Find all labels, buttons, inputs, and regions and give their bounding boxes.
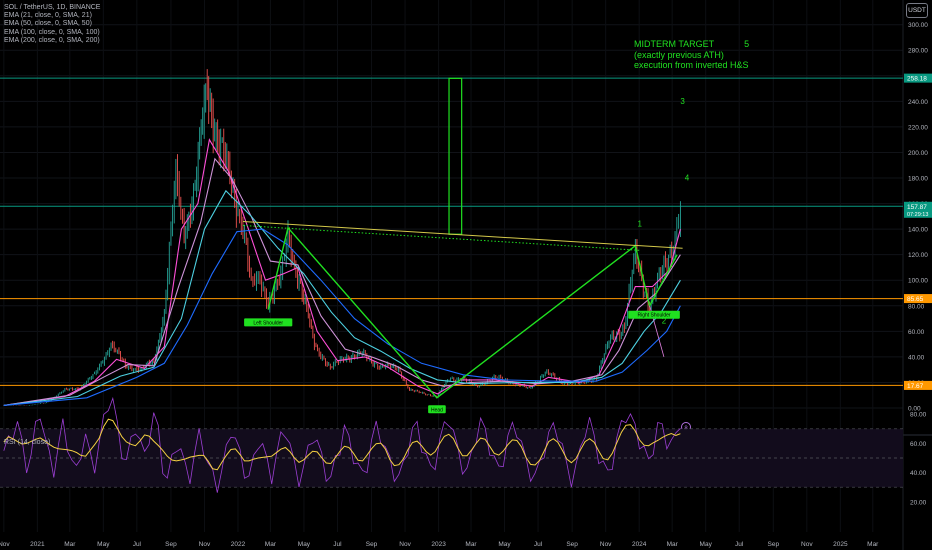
ema-line-ema-21 xyxy=(3,138,681,406)
price-tick-label: 220.00 xyxy=(908,124,928,131)
price-label-current: 157.87 xyxy=(907,204,927,211)
price-tick-label: 300.00 xyxy=(908,22,928,29)
price-tick-label: 100.00 xyxy=(908,278,928,285)
time-tick-label: Nov xyxy=(399,541,411,548)
time-tick-label: 2024 xyxy=(632,541,647,548)
wave-label-4: 4 xyxy=(685,174,690,183)
wave-label-2: 2 xyxy=(662,317,667,326)
time-tick-label: Jul xyxy=(534,541,543,548)
legend: SOL / TetherUS, 1D, BINANCE EMA (21, clo… xyxy=(4,4,100,45)
rsi-tick-label: 20.00 xyxy=(910,499,927,506)
price-label-target: 258.18 xyxy=(907,76,927,83)
price-tick-label: 40.00 xyxy=(908,354,925,361)
time-tick-label: Mar xyxy=(64,541,76,548)
time-tick-label: May xyxy=(498,541,511,548)
time-tick-label: Jul xyxy=(333,541,342,548)
price-series xyxy=(3,69,681,406)
price-label-countdown: 07:29:13 xyxy=(907,212,928,218)
wave-label-1: 1 xyxy=(638,220,643,229)
time-tick-label: Nov xyxy=(199,541,211,548)
time-tick-label: Nov xyxy=(801,541,813,548)
ema-line-ema-50 xyxy=(3,157,681,406)
time-tick-label: May xyxy=(298,541,311,548)
time-tick-label: Nov xyxy=(0,541,10,548)
price-tick-label: 80.00 xyxy=(908,303,925,310)
time-tick-label: 2025 xyxy=(833,541,848,548)
annotation-line-2: (exactly previous ATH) xyxy=(634,49,724,60)
chart-canvas[interactable]: Left ShoulderHeadRight Shoulder12348 300… xyxy=(0,0,932,550)
time-tick-label: Sep xyxy=(768,541,780,548)
legend-ema-200: EMA (200, close, 0, SMA, 200) xyxy=(4,36,100,44)
time-tick-label: 2023 xyxy=(431,541,446,548)
hs-pattern-line xyxy=(267,226,678,399)
rsi-panel xyxy=(0,396,903,493)
legend-ema-21: EMA (21, close, 0, SMA, 21) xyxy=(4,12,92,20)
price-tick-label: 120.00 xyxy=(908,252,928,259)
target-annotation: MIDTERM TARGET 5 (exactly previous ATH) e… xyxy=(634,39,749,71)
price-tick-label: 240.00 xyxy=(908,99,928,106)
time-tick-label: Jul xyxy=(735,541,744,548)
price-label-resistance: 85.65 xyxy=(907,296,924,303)
ema-lines xyxy=(3,138,681,406)
neckline xyxy=(242,220,683,249)
time-tick-label: Sep xyxy=(366,541,378,548)
label-head: Head xyxy=(431,407,443,413)
rsi-legend: RSI (14, close) xyxy=(4,439,51,446)
time-tick-label: 2021 xyxy=(30,541,45,548)
time-tick-label: May xyxy=(97,541,110,548)
time-tick-label: Sep xyxy=(165,541,177,548)
time-tick-label: May xyxy=(700,541,713,548)
annotation-line-1: MIDTERM TARGET 5 xyxy=(634,39,750,49)
horizontal-levels xyxy=(0,77,903,386)
time-tick-label: Mar xyxy=(867,541,879,548)
rsi-tick-label: 40.00 xyxy=(910,470,927,477)
annotation-line-3: execution from inverted H&S xyxy=(634,60,749,70)
price-label-support: 17.67 xyxy=(907,383,924,390)
time-tick-label: Jul xyxy=(133,541,142,548)
legend-ema-50: EMA (50, close, 0, SMA, 50) xyxy=(4,20,92,28)
time-tick-label: 2022 xyxy=(231,541,246,548)
time-tick-label: Mar xyxy=(667,541,679,548)
label-left-shoulder: Left Shoulder xyxy=(253,320,283,326)
price-tick-label: 140.00 xyxy=(908,227,928,234)
wave-label-5: 5 xyxy=(744,39,750,49)
time-tick-label: Sep xyxy=(566,541,578,548)
rsi-tick-label: 80.00 xyxy=(910,412,927,419)
price-tick-label: 200.00 xyxy=(908,150,928,157)
legend-symbol: SOL / TetherUS, 1D, BINANCE xyxy=(4,4,101,11)
time-tick-label: Nov xyxy=(600,541,612,548)
price-tick-label: 180.00 xyxy=(908,176,928,183)
price-tick-label: 60.00 xyxy=(908,329,925,336)
rsi-tick-label: 60.00 xyxy=(910,441,927,448)
ema-line-ema-200 xyxy=(3,228,681,406)
wave-label-3: 3 xyxy=(680,97,685,106)
price-tick-label: 280.00 xyxy=(908,48,928,55)
currency-button[interactable]: USDT xyxy=(906,3,928,18)
time-tick-label: Mar xyxy=(465,541,477,548)
time-tick-label: Mar xyxy=(265,541,277,548)
legend-ema-100: EMA (100, close, 0, SMA, 100) xyxy=(4,28,100,36)
